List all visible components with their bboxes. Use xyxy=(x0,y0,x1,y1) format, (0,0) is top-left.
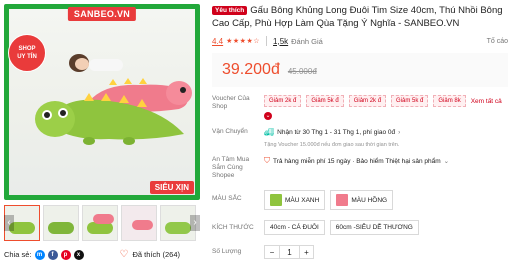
favorite-badge: Yêu thích xyxy=(212,6,248,15)
truck-icon: 🚚︎ xyxy=(264,128,275,137)
original-price: 45.000đ xyxy=(287,67,317,76)
voucher-chip[interactable]: Giảm 5k đ xyxy=(391,95,429,107)
pink-swatch-image xyxy=(336,194,349,206)
pinterest-icon[interactable]: p xyxy=(60,249,71,260)
thumbnail-4[interactable] xyxy=(121,205,157,241)
color-option-label: MÀU HỒNG xyxy=(351,196,388,204)
color-option-green[interactable]: MÀU XANH xyxy=(264,190,326,210)
heart-icon[interactable]: ♡ xyxy=(120,249,129,260)
size-row: KÍCH THƯỚC 40cm - CÁ ĐUÔI 60cm -SIÊU DỄ … xyxy=(212,220,508,235)
shipping-row: Vận Chuyển 🚚︎ Nhận từ 30 Thg 1 - 31 Thg … xyxy=(212,128,508,148)
voucher-chip[interactable]: Giảm 5k đ xyxy=(306,95,344,107)
main-product-image[interactable]: SANBEO.VN SHOP UY TÍN SIÊU XỊN xyxy=(4,4,200,200)
chevron-right-icon[interactable]: › xyxy=(398,129,400,136)
price-box: 39.200đ 45.000đ xyxy=(212,53,508,87)
shop-badge-line1: SHOP xyxy=(18,46,36,52)
share-row: Chia sẻ: m f p x ♡ Đã thích (264) xyxy=(4,249,200,260)
size-option-60cm[interactable]: 60cm -SIÊU DỄ THƯƠNG xyxy=(329,220,419,235)
voucher-chip[interactable]: Giảm 2k đ xyxy=(348,95,387,107)
rating-row: 4.4 ★★★★☆ 1,5k Đánh Giá Tố cáo xyxy=(212,36,508,46)
brand-banner: SANBEO.VN xyxy=(67,7,137,21)
quantity-row: Số Lượng − 1 + xyxy=(212,245,508,259)
shop-badge-line2: UY TÍN xyxy=(17,54,37,60)
assurance-line: Trả hàng miễn phí 15 ngày · Bảo hiểm Thi… xyxy=(273,157,441,165)
thumbnail-next-icon[interactable]: › xyxy=(190,215,200,231)
chevron-down-icon[interactable]: ⌄ xyxy=(444,157,449,165)
share-label: Chia sẻ: xyxy=(4,250,32,259)
color-label: MÀU SẮC xyxy=(212,195,242,202)
voucher-chip[interactable]: Giảm 2k đ xyxy=(264,95,302,107)
review-count[interactable]: 1,5k xyxy=(273,37,288,46)
quantity-input[interactable]: 1 xyxy=(279,246,299,258)
product-gallery: SANBEO.VN SHOP UY TÍN SIÊU XỊN ‹ › Chia … xyxy=(4,4,200,260)
messenger-icon[interactable]: m xyxy=(34,249,45,260)
size-option-40cm[interactable]: 40cm - CÁ ĐUÔI xyxy=(264,220,325,235)
shop-trust-badge: SHOP UY TÍN xyxy=(8,34,46,72)
decrease-button[interactable]: − xyxy=(265,246,279,258)
shipping-label: Vận Chuyển xyxy=(212,128,248,135)
thumbnail-3[interactable] xyxy=(82,205,118,241)
quantity-label: Số Lượng xyxy=(212,248,242,255)
like-count: Đã thích (264) xyxy=(132,250,181,259)
twitter-icon[interactable]: x xyxy=(73,249,84,260)
star-rating-icon: ★★★★☆ xyxy=(226,38,261,45)
voucher-chip[interactable]: Giảm 8k xyxy=(433,95,466,107)
current-price: 39.200đ xyxy=(222,61,280,78)
product-title-block: Yêu thích Gấu Bông Khủng Long Đuôi Tim Si… xyxy=(212,4,508,30)
color-option-pink[interactable]: MÀU HỒNG xyxy=(330,190,394,210)
thumbnail-prev-icon[interactable]: ‹ xyxy=(4,215,14,231)
voucher-row: Voucher Của Shop Giảm 2k đ Giảm 5k đ Giả… xyxy=(212,95,508,120)
color-option-label: MÀU XANH xyxy=(285,196,320,204)
thumbnail-strip: ‹ › xyxy=(4,205,200,241)
shipping-line: Nhận từ 30 Thg 1 - 31 Thg 1, phí giao 0đ xyxy=(277,129,396,136)
assurance-label: An Tâm Mua Sắm Cùng Shopee xyxy=(212,156,250,179)
rating-value[interactable]: 4.4 xyxy=(212,37,223,46)
corner-tag: SIÊU XỊN xyxy=(149,181,194,194)
increase-button[interactable]: + xyxy=(299,246,313,258)
see-all-vouchers-link[interactable]: Xem tất cả xyxy=(471,98,502,105)
green-swatch-image xyxy=(270,194,282,206)
review-label: Đánh Giá xyxy=(291,36,323,46)
color-row: MÀU SẮC MÀU XANH MÀU HỒNG xyxy=(212,190,508,210)
report-link[interactable]: Tố cáo xyxy=(487,38,508,45)
shipping-note: Tặng Voucher 15.000đ nếu đơn giao sau th… xyxy=(264,142,400,148)
assurance-row: An Tâm Mua Sắm Cùng Shopee ⛉ Trả hàng mi… xyxy=(212,156,508,180)
shield-icon: ⛉ xyxy=(264,156,270,165)
quantity-stepper: − 1 + xyxy=(264,245,314,259)
size-label: KÍCH THƯỚC xyxy=(212,224,254,231)
chevron-down-icon[interactable]: ⌄ xyxy=(264,112,272,120)
voucher-label: Voucher Của Shop xyxy=(212,95,250,110)
product-details: Yêu thích Gấu Bông Khủng Long Đuôi Tim Si… xyxy=(212,4,508,259)
product-title: Gấu Bông Khủng Long Đuôi Tim Size 40cm, … xyxy=(212,5,503,29)
facebook-icon[interactable]: f xyxy=(47,249,58,260)
image-frame xyxy=(4,4,200,200)
thumbnail-2[interactable] xyxy=(43,205,79,241)
